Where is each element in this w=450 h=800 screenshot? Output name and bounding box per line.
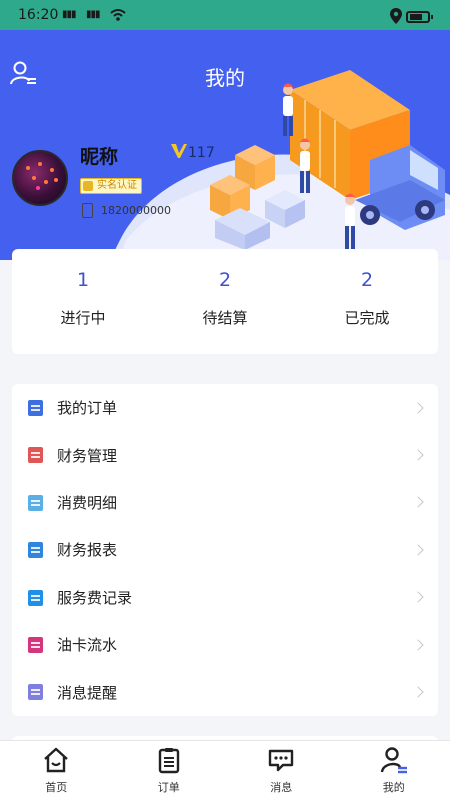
- stat-in-progress[interactable]: 1 进行中: [12, 249, 154, 354]
- wifi-icon: [110, 9, 126, 21]
- home-icon: [44, 747, 69, 773]
- verify-badge-label: 实名认证: [97, 180, 137, 191]
- bottom-tab-bar: 首页 订单 消息 我的: [0, 740, 450, 800]
- phone-number: 18200000001: [101, 204, 171, 217]
- level-number: 117: [188, 145, 215, 161]
- stat-label: 待结算: [202, 309, 248, 327]
- tab-mine[interactable]: 我的: [338, 741, 450, 800]
- chevron-right-icon: [412, 496, 424, 509]
- order-stats-card: 1 进行中 2 待结算 2 已完成: [12, 249, 438, 354]
- finance-icon: [28, 447, 43, 464]
- menu-item-label: 消费明细: [57, 493, 118, 512]
- chevron-right-icon: [412, 638, 424, 651]
- stat-value: 2: [218, 269, 232, 291]
- chevron-right-icon: [412, 686, 424, 698]
- status-bar: 16:20 ▮▮▮ ▮▮▮: [0, 0, 450, 30]
- chevron-right-icon: [412, 544, 424, 556]
- tab-orders[interactable]: 订单: [113, 741, 226, 800]
- battery-icon: [406, 11, 433, 23]
- tab-label: 消息: [270, 781, 293, 794]
- menu-item-label: 油卡流水: [57, 636, 118, 655]
- order-list-icon: [28, 400, 43, 416]
- menu-item-finance[interactable]: 财务管理: [12, 431, 438, 478]
- tab-label: 订单: [157, 781, 180, 794]
- tab-messages[interactable]: 消息: [225, 741, 338, 800]
- profile-header: 我的 昵称 117 实名认证 18200000001: [0, 30, 450, 260]
- order-icon: [158, 748, 179, 774]
- fuel-card-icon: [28, 636, 43, 653]
- menu-item-my-orders[interactable]: 我的订单: [12, 384, 438, 431]
- service-fee-icon: [28, 589, 43, 606]
- menu-item-label: 消息提醒: [57, 683, 118, 702]
- tab-label: 我的: [382, 781, 405, 794]
- menu-item-fuel-card[interactable]: 油卡流水: [12, 621, 438, 668]
- stat-label: 已完成: [344, 309, 390, 327]
- menu-item-message-remind[interactable]: 消息提醒: [12, 668, 438, 715]
- menu-item-service-fee[interactable]: 服务费记录: [12, 574, 438, 621]
- stat-value: 1: [76, 269, 90, 291]
- menu-item-label: 服务费记录: [57, 588, 133, 607]
- location-icon: [390, 8, 402, 24]
- stat-pending-settlement[interactable]: 2 待结算: [154, 249, 296, 354]
- consumption-icon: [28, 494, 43, 511]
- menu-item-label: 财务报表: [57, 541, 118, 560]
- stat-completed[interactable]: 2 已完成: [296, 249, 438, 354]
- message-icon: [269, 749, 294, 772]
- vip-level-icon: [171, 144, 187, 158]
- signal-icon: ▮▮▮: [62, 9, 76, 20]
- signal-icon-2: ▮▮▮: [86, 9, 100, 20]
- phone-icon: [82, 203, 93, 218]
- menu-item-label: 我的订单: [57, 399, 118, 418]
- menu-list: 我的订单 财务管理 消费明细 财务报表 服务费记录 油卡流水 消息提醒: [12, 384, 438, 716]
- menu-item-label: 财务管理: [57, 446, 118, 465]
- verified-user-icon: [83, 181, 93, 191]
- report-icon: [28, 542, 43, 559]
- tab-label: 首页: [45, 781, 68, 794]
- menu-item-report[interactable]: 财务报表: [12, 526, 438, 573]
- stat-value: 2: [360, 269, 374, 291]
- nickname[interactable]: 昵称: [80, 142, 118, 169]
- menu-item-consumption[interactable]: 消费明细: [12, 479, 438, 526]
- status-time: 16:20: [18, 7, 59, 23]
- stat-label: 进行中: [60, 309, 106, 327]
- avatar[interactable]: [12, 150, 68, 206]
- profile-icon: [380, 747, 407, 774]
- tab-home[interactable]: 首页: [0, 741, 113, 800]
- chevron-right-icon: [412, 591, 424, 603]
- message-mail-icon: [28, 684, 43, 701]
- verify-badge: 实名认证: [80, 178, 142, 194]
- chevron-right-icon: [412, 402, 424, 414]
- chevron-right-icon: [412, 449, 424, 461]
